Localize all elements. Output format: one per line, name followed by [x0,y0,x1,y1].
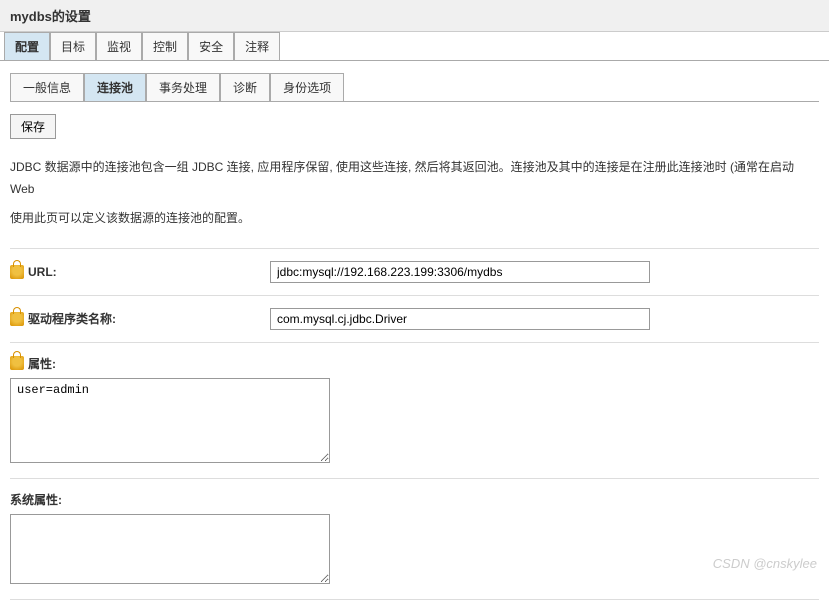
subtab-identity[interactable]: 身份选项 [270,73,344,101]
driver-label: 驱动程序类名称: [10,310,270,327]
subtab-connection-pool[interactable]: 连接池 [84,73,146,101]
tab-config[interactable]: 配置 [4,32,50,60]
form-row-system-properties: 系统属性: [10,479,819,600]
tab-notes[interactable]: 注释 [234,32,280,60]
url-input[interactable] [270,261,650,283]
url-label: URL: [10,265,270,279]
tab-control[interactable]: 控制 [142,32,188,60]
description-text: JDBC 数据源中的连接池包含一组 JDBC 连接, 应用程序保留, 使用这些连… [10,157,819,230]
properties-label: 属性: [10,355,819,372]
form-section: URL: 驱动程序类名称: 属性: 系统属性: [10,248,819,600]
system-properties-textarea[interactable] [10,514,330,584]
lock-icon [10,356,24,370]
form-row-properties: 属性: [10,343,819,479]
tab-security[interactable]: 安全 [188,32,234,60]
system-properties-label: 系统属性: [10,491,819,508]
system-properties-label-text: 系统属性: [10,491,62,508]
page-title: mydbs的设置 [0,0,829,32]
url-label-text: URL: [28,265,57,279]
tab-monitor[interactable]: 监视 [96,32,142,60]
properties-textarea[interactable] [10,378,330,463]
subtab-diagnostics[interactable]: 诊断 [220,73,270,101]
sub-tabs: 一般信息 连接池 事务处理 诊断 身份选项 [10,73,819,102]
description-line-2: 使用此页可以定义该数据源的连接池的配置。 [10,208,819,230]
driver-input[interactable] [270,308,650,330]
subtab-transaction[interactable]: 事务处理 [146,73,220,101]
form-row-driver: 驱动程序类名称: [10,296,819,343]
tab-target[interactable]: 目标 [50,32,96,60]
description-line-1: JDBC 数据源中的连接池包含一组 JDBC 连接, 应用程序保留, 使用这些连… [10,157,819,200]
properties-label-text: 属性: [28,355,56,372]
save-button[interactable]: 保存 [10,114,56,139]
content-area: 保存 JDBC 数据源中的连接池包含一组 JDBC 连接, 应用程序保留, 使用… [0,102,829,612]
form-row-url: URL: [10,249,819,296]
watermark: CSDN @cnskylee [713,556,817,571]
subtab-general[interactable]: 一般信息 [10,73,84,101]
driver-label-text: 驱动程序类名称: [28,310,116,327]
lock-icon [10,265,24,279]
main-tabs: 配置 目标 监视 控制 安全 注释 [0,32,829,61]
lock-icon [10,312,24,326]
